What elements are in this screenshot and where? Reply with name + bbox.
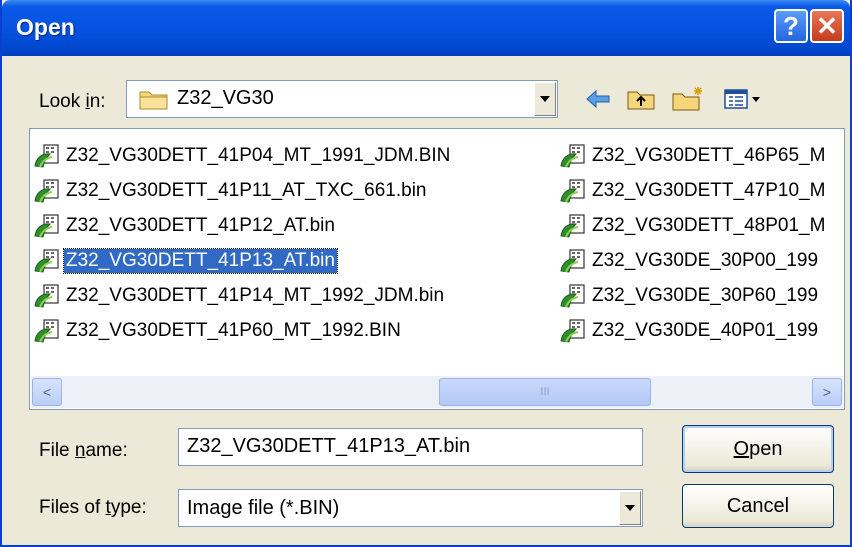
view-menu-icon bbox=[724, 89, 760, 109]
file-item-label: Z32_VG30DETT_41P04_MT_1991_JDM.BIN bbox=[66, 145, 451, 166]
new-folder-button[interactable] bbox=[670, 84, 706, 114]
file-item-label: Z32_VG30DETT_41P60_MT_1992.BIN bbox=[66, 320, 401, 341]
file-item[interactable]: Z32_VG30DETT_41P11_AT_TXC_661.bin bbox=[34, 177, 429, 205]
file-item[interactable]: Z32_VG30DE_40P01_199 bbox=[560, 317, 820, 345]
file-item[interactable]: Z32_VG30DETT_41P12_AT.bin bbox=[34, 212, 337, 240]
close-button[interactable]: ✕ bbox=[810, 9, 844, 43]
file-item[interactable]: Z32_VG30DETT_48P01_M bbox=[560, 212, 827, 240]
file-item[interactable]: Z32_VG30DETT_41P60_MT_1992.BIN bbox=[34, 317, 403, 345]
scroll-right-button[interactable]: > bbox=[812, 378, 842, 406]
horizontal-scrollbar[interactable]: < III > bbox=[31, 376, 843, 408]
binary-file-icon bbox=[34, 319, 60, 343]
binary-file-icon bbox=[34, 249, 60, 273]
look-in-label: Look in: bbox=[39, 91, 106, 112]
cancel-button[interactable]: Cancel bbox=[682, 484, 834, 528]
up-folder-button[interactable] bbox=[625, 84, 657, 114]
file-item-label: Z32_VG30DETT_41P14_MT_1992_JDM.bin bbox=[66, 285, 445, 306]
file-item[interactable]: Z32_VG30DETT_41P14_MT_1992_JDM.bin bbox=[34, 282, 446, 310]
file-item-label: Z32_VG30DETT_41P13_AT.bin bbox=[63, 248, 338, 274]
file-list[interactable]: Z32_VG30DETT_41P04_MT_1991_JDM.BIN Z32_VG… bbox=[29, 128, 845, 410]
file-type-label: Files of type: bbox=[39, 497, 147, 518]
binary-file-icon bbox=[34, 214, 60, 238]
file-item[interactable]: Z32_VG30DE_30P00_199 bbox=[560, 247, 820, 275]
title-bar[interactable]: Open ? ✕ bbox=[2, 0, 850, 56]
chevron-down-icon bbox=[540, 96, 550, 102]
binary-file-icon bbox=[560, 249, 586, 273]
file-item[interactable]: Z32_VG30DETT_47P10_M bbox=[560, 177, 827, 205]
file-item[interactable]: Z32_VG30DE_30P60_199 bbox=[560, 282, 820, 310]
file-item-label: Z32_VG30DE_30P60_199 bbox=[592, 285, 819, 306]
file-item[interactable]: Z32_VG30DETT_41P04_MT_1991_JDM.BIN bbox=[34, 142, 452, 170]
window-title: Open bbox=[16, 14, 75, 40]
view-menu-button[interactable] bbox=[722, 84, 768, 114]
binary-file-icon bbox=[560, 319, 586, 343]
binary-file-icon bbox=[560, 284, 586, 308]
file-item-label: Z32_VG30DETT_41P12_AT.bin bbox=[66, 215, 335, 236]
look-in-dropdown-button[interactable] bbox=[534, 82, 556, 116]
open-button[interactable]: Open bbox=[682, 425, 834, 473]
open-dialog: Open ? ✕ Look in: Z32_VG30 Z32_VG30DETT_… bbox=[0, 0, 852, 547]
chevron-down-icon bbox=[625, 505, 635, 511]
binary-file-icon bbox=[34, 144, 60, 168]
file-type-combo[interactable]: Image file (*.BIN) bbox=[178, 489, 643, 527]
scroll-left-button[interactable]: < bbox=[32, 378, 62, 406]
file-type-dropdown-button[interactable] bbox=[619, 491, 641, 525]
file-item-label: Z32_VG30DETT_47P10_M bbox=[592, 180, 826, 201]
file-item-label: Z32_VG30DE_30P00_199 bbox=[592, 250, 819, 271]
file-name-label: File name: bbox=[39, 440, 128, 461]
up-folder-icon bbox=[627, 91, 655, 110]
look-in-value: Z32_VG30 bbox=[177, 87, 274, 109]
binary-file-icon bbox=[560, 144, 586, 168]
scroll-thumb[interactable]: III bbox=[439, 378, 651, 406]
file-item-label: Z32_VG30DETT_41P11_AT_TXC_661.bin bbox=[66, 180, 427, 201]
help-button[interactable]: ? bbox=[774, 9, 808, 43]
binary-file-icon bbox=[34, 179, 60, 203]
file-item[interactable]: Z32_VG30DETT_46P65_M bbox=[560, 142, 827, 170]
file-item-label: Z32_VG30DETT_46P65_M bbox=[592, 145, 826, 166]
file-type-value: Image file (*.BIN) bbox=[187, 497, 340, 519]
binary-file-icon bbox=[560, 179, 586, 203]
file-item[interactable]: Z32_VG30DETT_41P13_AT.bin bbox=[34, 247, 338, 275]
binary-file-icon bbox=[560, 214, 586, 238]
file-item-label: Z32_VG30DE_40P01_199 bbox=[592, 320, 819, 341]
look-in-combo[interactable]: Z32_VG30 bbox=[126, 80, 558, 118]
folder-icon bbox=[139, 91, 168, 110]
new-folder-icon bbox=[672, 87, 702, 111]
file-item-label: Z32_VG30DETT_48P01_M bbox=[592, 215, 826, 236]
file-name-input[interactable]: Z32_VG30DETT_41P13_AT.bin bbox=[178, 428, 643, 466]
binary-file-icon bbox=[34, 284, 60, 308]
back-button[interactable] bbox=[583, 84, 613, 114]
back-arrow-icon bbox=[586, 89, 610, 109]
